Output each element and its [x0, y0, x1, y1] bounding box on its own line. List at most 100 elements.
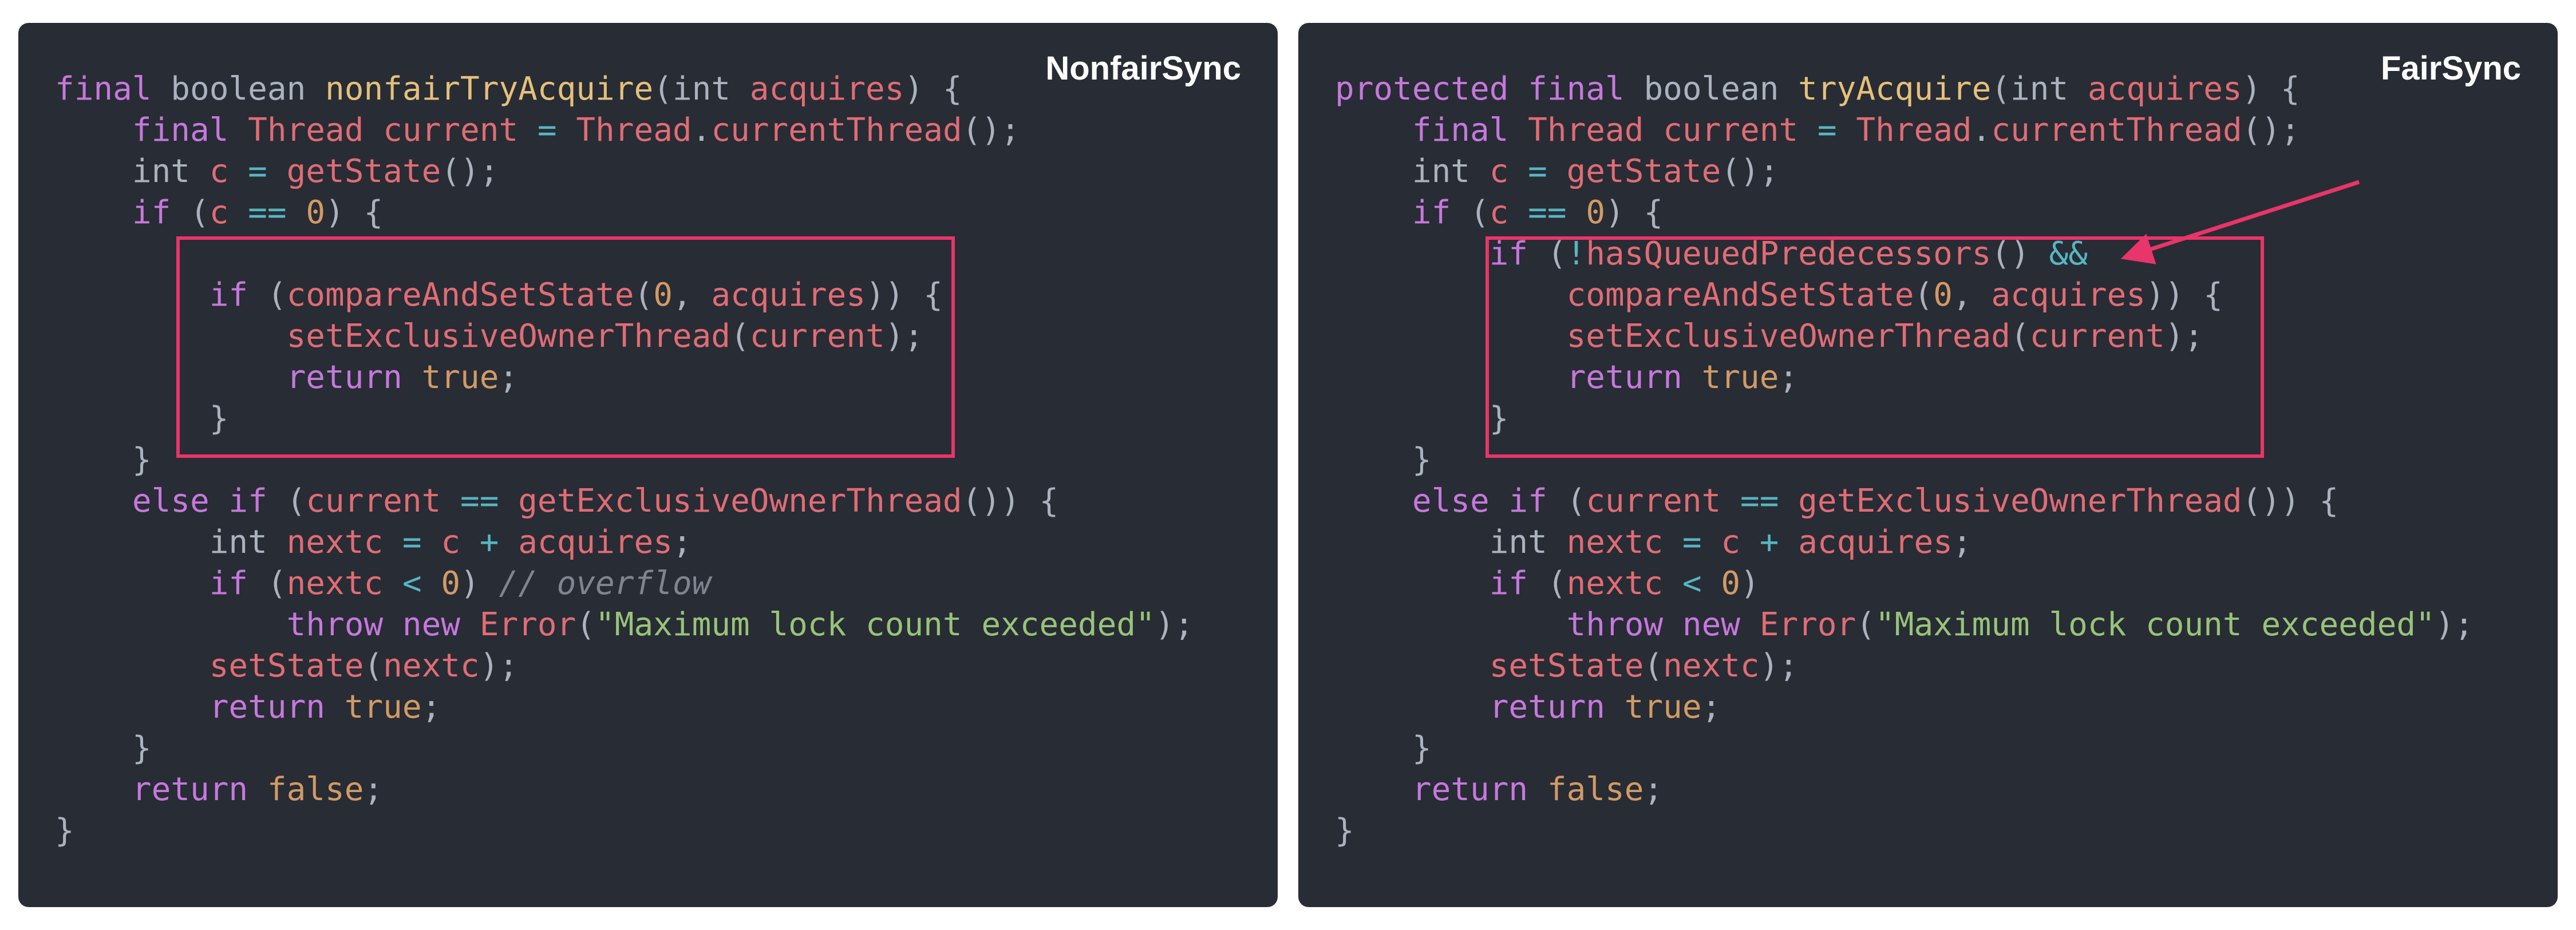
code-token: currentThread: [1991, 112, 2242, 149]
code-line: return true;: [1335, 687, 2474, 728]
code-token: <: [1682, 565, 1702, 602]
code-token: nextc: [286, 565, 384, 602]
code-token: (: [1451, 194, 1490, 231]
code-line: }: [55, 810, 1194, 852]
code-token: ();: [441, 153, 499, 190]
code-line: throw new Error("Maximum lock count exce…: [1335, 604, 2474, 646]
code-token: c: [441, 524, 461, 561]
code-token: c: [1721, 524, 1741, 561]
code-panel-fair: FairSync protected final boolean tryAcqu…: [1298, 23, 2558, 907]
code-token: ()) {: [2242, 482, 2339, 520]
code-line: }: [1335, 728, 2474, 769]
code-token: c: [1489, 153, 1509, 190]
code-line: int c = getState();: [1335, 151, 2474, 192]
code-token: protected final: [1335, 70, 1625, 108]
code-token: ();: [1721, 153, 1779, 190]
code-token: (: [1547, 482, 1586, 520]
code-token: 0: [1586, 194, 1606, 231]
code-token: if: [209, 565, 248, 602]
code-token: ;: [672, 524, 692, 561]
code-token: );: [2435, 606, 2474, 643]
code-token: throw new: [286, 606, 461, 643]
code-token: ==: [1528, 194, 1567, 231]
code-line: setState(nextc);: [1335, 646, 2474, 687]
code-token: c: [209, 153, 229, 190]
code-token: setState: [209, 647, 364, 684]
code-token: ;: [1701, 688, 1721, 726]
code-token: acquires: [749, 70, 904, 108]
code-token: );: [479, 647, 519, 684]
code-token: getState: [286, 153, 441, 190]
code-token: getExclusiveOwnerThread: [1798, 482, 2242, 520]
code-token: if: [1489, 565, 1528, 602]
code-token: ;: [364, 771, 384, 808]
code-line: else if (current == getExclusiveOwnerThr…: [1335, 481, 2474, 522]
code-token: 0: [441, 565, 461, 602]
code-line: final Thread current = Thread.currentThr…: [1335, 110, 2474, 151]
code-token: current: [1586, 482, 1721, 520]
code-token: ();: [962, 112, 1020, 149]
code-token: if: [132, 194, 171, 231]
code-token: }: [55, 730, 152, 767]
code-token: Thread: [1528, 112, 1644, 149]
code-token: final: [1412, 112, 1509, 149]
code-token: boolean: [1624, 70, 1799, 108]
code-token: .: [692, 112, 712, 149]
code-token: ();: [2242, 112, 2300, 149]
code-token: nonfairTryAcquire: [325, 70, 654, 108]
code-token: 0: [1721, 565, 1741, 602]
code-token: return: [1489, 688, 1606, 726]
code-token: (int: [1991, 70, 2088, 108]
code-token: (: [171, 194, 210, 231]
code-token: else if: [1412, 482, 1547, 520]
code-token: ) {: [2242, 70, 2300, 108]
code-token: boolean: [151, 70, 326, 108]
code-token: =: [537, 112, 557, 149]
code-token: current: [306, 482, 441, 520]
code-line: if (nextc < 0): [1335, 563, 2474, 604]
code-token: Thread: [248, 112, 364, 149]
code-line: }: [1335, 810, 2474, 852]
code-token: return: [1412, 771, 1528, 808]
code-token: =: [1817, 112, 1837, 149]
code-token: false: [267, 771, 364, 808]
code-token: Error: [479, 606, 576, 643]
code-token: current: [383, 112, 519, 149]
code-line: return false;: [55, 769, 1194, 810]
code-token: =: [1682, 524, 1702, 561]
code-token: else if: [132, 482, 267, 520]
code-token: }: [1335, 812, 1354, 849]
code-token: nextc: [1566, 565, 1664, 602]
code-token: ==: [1740, 482, 1779, 520]
code-token: setState: [1489, 647, 1644, 684]
code-token: (: [576, 606, 596, 643]
code-token: nextc: [383, 647, 480, 684]
code-token: final: [132, 112, 229, 149]
code-token: =: [248, 153, 267, 190]
code-token: // overflow: [499, 565, 712, 602]
code-line: else if (current == getExclusiveOwnerThr…: [55, 481, 1194, 522]
code-line: int nextc = c + acquires;: [55, 522, 1194, 563]
code-token: .: [1971, 112, 1992, 149]
code-token: <: [402, 565, 422, 602]
code-token: ) {: [904, 70, 962, 108]
